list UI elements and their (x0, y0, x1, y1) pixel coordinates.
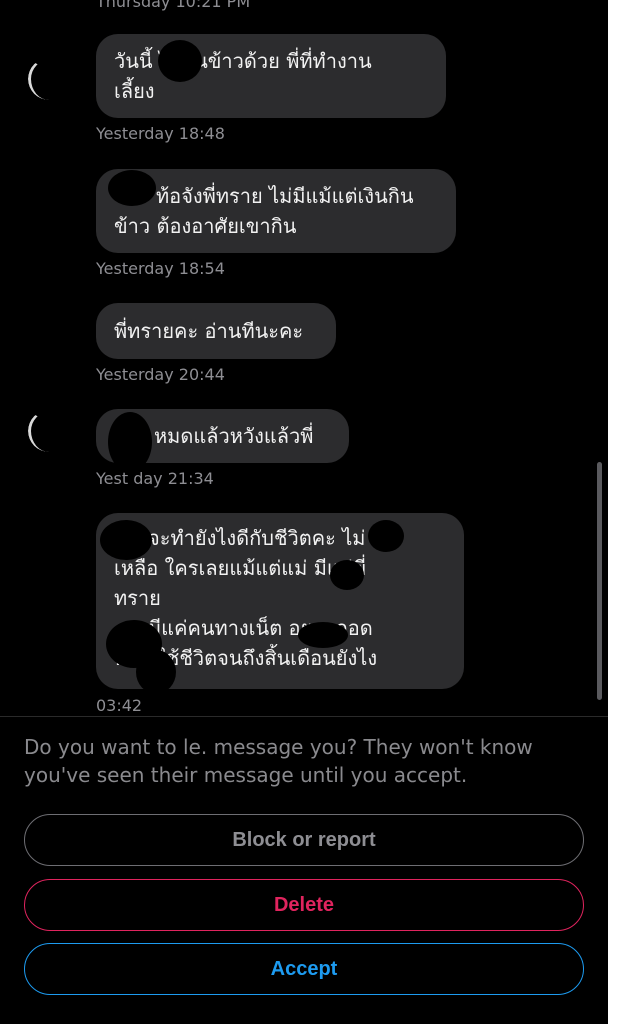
message-timestamp: 03:42 (96, 696, 143, 715)
screen-edge (608, 0, 622, 1024)
message-text: หมดแล้วหวังแล้วพี่ (154, 424, 314, 448)
message-bubble: วันนี้ ได้กินข้าวด้วย พี่ที่ทำงาน เลี้ยง (96, 34, 446, 118)
avatar[interactable] (28, 58, 70, 100)
message-timestamp: Yesterday 18:54 (96, 259, 225, 278)
message-timestamp: Yesterday 18:48 (96, 124, 225, 143)
avatar[interactable] (28, 410, 70, 452)
message-bubble: พี่ทรายคะ อ่านทีนะคะ (96, 303, 336, 359)
message-text: ทราย (114, 586, 161, 610)
scrollbar[interactable] (597, 462, 602, 700)
message-text: พี่ทรายคะ อ่านทีนะคะ (114, 319, 304, 343)
accept-button[interactable]: Accept (24, 943, 584, 995)
message-text: เลี้ยง (114, 79, 155, 103)
delete-button[interactable]: Delete (24, 879, 584, 931)
divider (0, 716, 608, 717)
request-prompt: Do you want to le. message you? They won… (24, 735, 533, 787)
block-or-report-button[interactable]: Block or report (24, 814, 584, 866)
message-text: ข้าว ต้องอาศัยเขากิน (114, 214, 297, 238)
message-text: ท้อจังพี่ทราย ไม่มีแม้แต่เงินกิน (156, 184, 414, 208)
message-timestamp: Yest day 21:34 (96, 469, 214, 488)
date-header: Thursday 10:21 PM (96, 0, 251, 11)
message-text: มีแค่คนทางเน็ต อยากกอด (148, 616, 373, 640)
message-timestamp: Yesterday 20:44 (96, 365, 225, 384)
message-text: เหลือ ใครเลยแม้แต่แม่ มีแต่พี่ (114, 556, 366, 580)
